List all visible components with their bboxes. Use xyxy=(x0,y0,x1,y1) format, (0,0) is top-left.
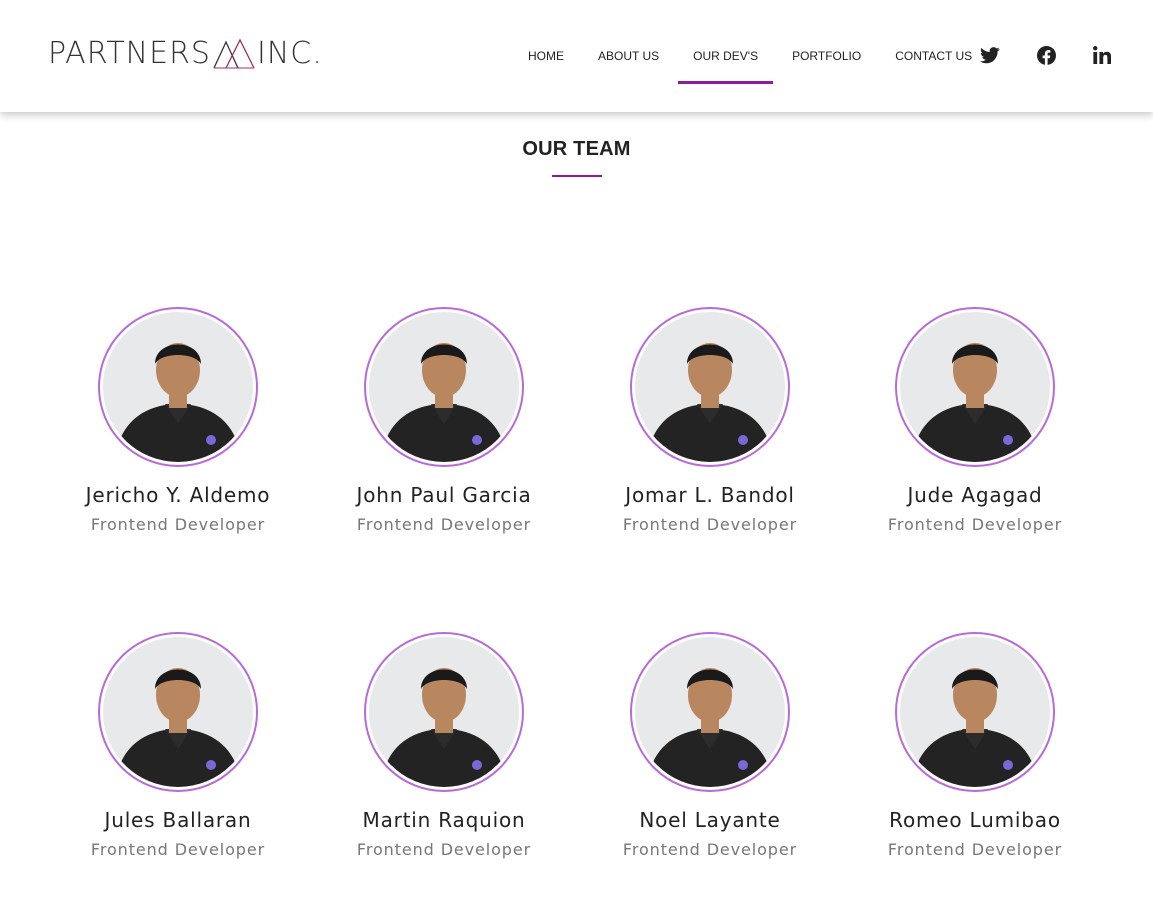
title-underline xyxy=(552,175,602,177)
member-name: Jules Ballaran xyxy=(104,808,252,832)
team-card: Jericho Y. Aldemo Frontend Developer xyxy=(68,307,288,534)
nav-portfolio[interactable]: PORTFOLIO xyxy=(792,0,861,112)
team-card: John Paul Garcia Frontend Developer xyxy=(334,307,554,534)
member-role: Frontend Developer xyxy=(356,840,532,859)
avatar-ring xyxy=(98,307,258,467)
team-card: Martin Raquion Frontend Developer xyxy=(334,632,554,859)
nav-contact-us[interactable]: CONTACT US xyxy=(895,0,972,112)
member-name: Noel Layante xyxy=(639,808,781,832)
section-title: OUR TEAM xyxy=(522,138,631,160)
member-role: Frontend Developer xyxy=(887,840,1063,859)
member-role: Frontend Developer xyxy=(356,515,532,534)
avatar xyxy=(103,637,253,787)
member-name: Jericho Y. Aldemo xyxy=(85,483,271,507)
avatar-ring xyxy=(895,632,1055,792)
nav-our-devs[interactable]: OUR DEV'S xyxy=(678,0,774,112)
member-name: John Paul Garcia xyxy=(356,483,532,507)
member-role: Frontend Developer xyxy=(90,840,266,859)
avatar-ring xyxy=(630,307,790,467)
avatar xyxy=(369,637,519,787)
avatar xyxy=(635,637,785,787)
avatar-ring xyxy=(98,632,258,792)
avatar-ring xyxy=(895,307,1055,467)
avatar xyxy=(103,312,253,462)
logo-text-partners: PARTNERS xyxy=(48,35,211,71)
team-card: Jude Agagad Frontend Developer xyxy=(865,307,1085,534)
nav-home[interactable]: HOME xyxy=(528,0,564,112)
main-nav: HOME ABOUT US OUR DEV'S PORTFOLIO CONTAC… xyxy=(512,0,972,112)
logo-text-inc: INC. xyxy=(256,35,323,71)
member-role: Frontend Developer xyxy=(622,515,798,534)
avatar-ring xyxy=(364,307,524,467)
avatar xyxy=(635,312,785,462)
member-role: Frontend Developer xyxy=(622,840,798,859)
avatar xyxy=(900,637,1050,787)
team-card: Jomar L. Bandol Frontend Developer xyxy=(600,307,820,534)
avatar-ring xyxy=(630,632,790,792)
site-header: PARTNERS INC. HOME ABOUT US OUR DEV'S PO… xyxy=(0,0,1153,112)
member-role: Frontend Developer xyxy=(90,515,266,534)
linkedin-icon[interactable] xyxy=(1091,44,1113,66)
team-card: Noel Layante Frontend Developer xyxy=(600,632,820,859)
logo-triangles-icon xyxy=(213,38,255,69)
member-name: Jomar L. Bandol xyxy=(625,483,795,507)
team-card: Jules Ballaran Frontend Developer xyxy=(68,632,288,859)
member-name: Romeo Lumibao xyxy=(889,808,1061,832)
member-name: Martin Raquion xyxy=(362,808,526,832)
avatar xyxy=(369,312,519,462)
team-card: Romeo Lumibao Frontend Developer xyxy=(865,632,1085,859)
brand-logo[interactable]: PARTNERS INC. xyxy=(48,33,323,73)
facebook-icon[interactable] xyxy=(1035,44,1057,66)
member-role: Frontend Developer xyxy=(887,515,1063,534)
twitter-icon[interactable] xyxy=(979,44,1001,66)
nav-about-us[interactable]: ABOUT US xyxy=(598,0,659,112)
avatar-ring xyxy=(364,632,524,792)
avatar xyxy=(900,312,1050,462)
member-name: Jude Agagad xyxy=(907,483,1043,507)
